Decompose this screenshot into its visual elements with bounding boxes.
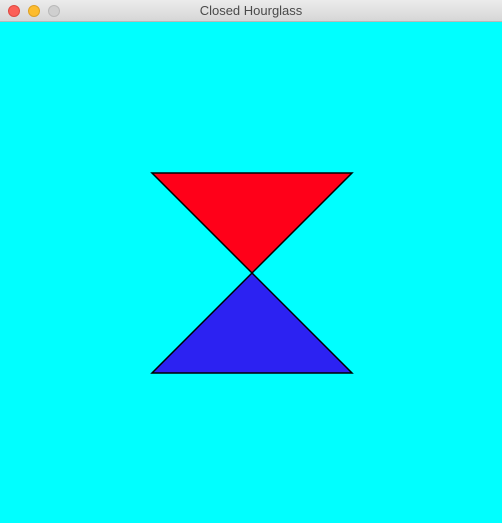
title-bar[interactable]: Closed Hourglass bbox=[0, 0, 502, 22]
hourglass-drawing bbox=[0, 22, 502, 523]
window-title: Closed Hourglass bbox=[199, 3, 303, 18]
drawing-canvas bbox=[0, 22, 502, 523]
app-window: Closed Hourglass bbox=[0, 0, 502, 523]
